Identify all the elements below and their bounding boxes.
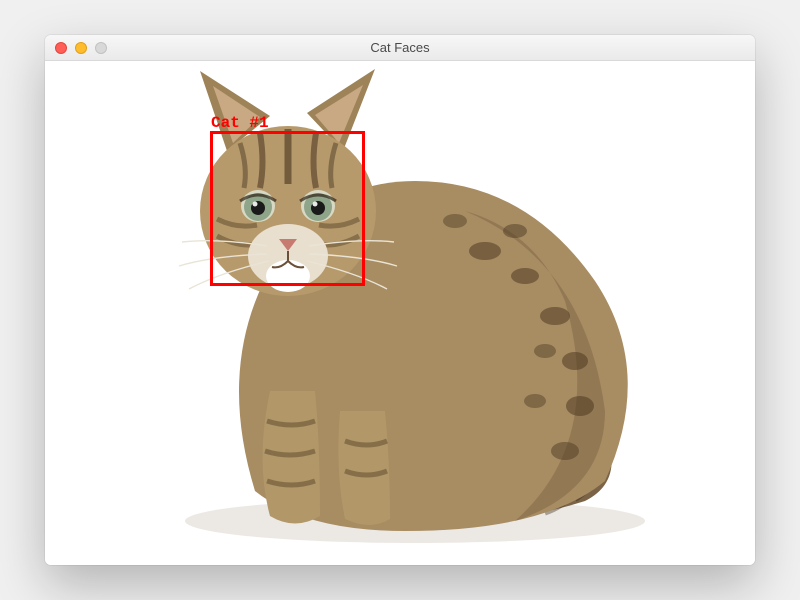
app-window: Cat Faces	[45, 35, 755, 565]
image-canvas	[45, 61, 755, 565]
maximize-icon[interactable]	[95, 42, 107, 54]
window-title: Cat Faces	[45, 40, 755, 55]
minimize-icon[interactable]	[75, 42, 87, 54]
close-icon[interactable]	[55, 42, 67, 54]
window-content: Cat #1	[45, 61, 755, 565]
traffic-lights	[45, 42, 107, 54]
window-titlebar[interactable]: Cat Faces	[45, 35, 755, 61]
